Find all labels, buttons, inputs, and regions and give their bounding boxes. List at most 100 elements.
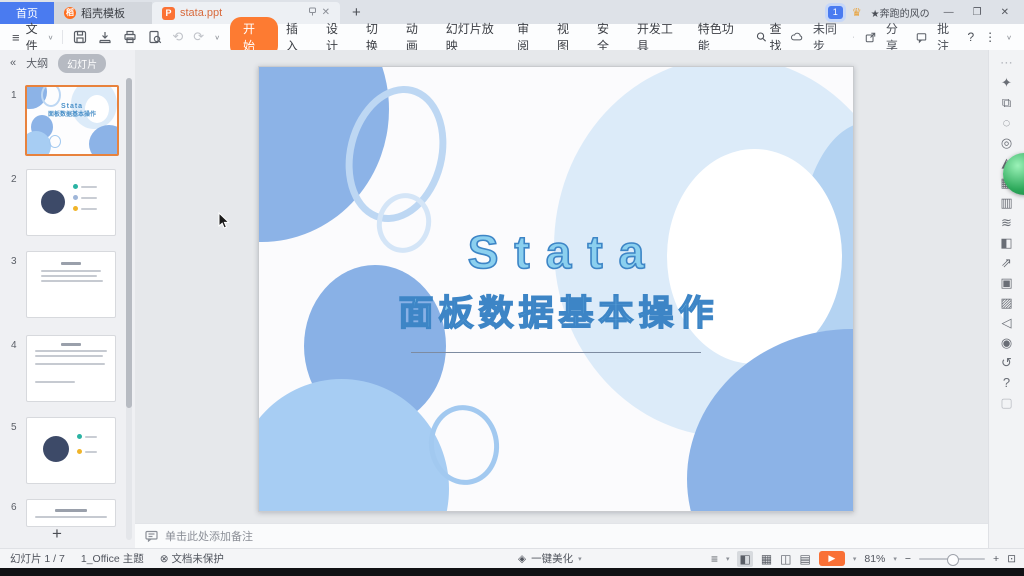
title-text-box[interactable]: Stata 面板数据基本操作 — [259, 225, 853, 353]
ribbon-tab-animation[interactable]: 动画 — [406, 20, 427, 54]
share-icon — [865, 31, 876, 44]
help-button[interactable]: ? — [967, 30, 974, 44]
editing-canvas[interactable]: Stata 面板数据基本操作 — [135, 50, 988, 523]
sync-status-button[interactable]: 未同步· — [791, 20, 855, 54]
theme-name[interactable]: 1_Office 主题 — [81, 551, 144, 566]
template-icon[interactable]: ✦ — [1001, 76, 1012, 89]
record-icon[interactable]: ◉ — [1001, 336, 1012, 349]
audio-icon[interactable]: ◁ — [1002, 316, 1012, 329]
ribbon-tab-features[interactable]: 特色功能 — [698, 20, 740, 54]
ribbon-tab-security[interactable]: 安全 — [597, 20, 618, 54]
file-menu[interactable]: 文件 — [26, 20, 48, 54]
reading-view-icon[interactable]: ◫ — [780, 552, 791, 566]
ribbon-tab-insert[interactable]: 插入 — [286, 20, 307, 54]
slide-thumbnail-5[interactable] — [26, 417, 116, 484]
ribbon-tab-devtools[interactable]: 开发工具 — [637, 20, 679, 54]
status-bar: 幻灯片 1 / 7 1_Office 主题 ⊗ 文档未保护 ◈ 一键美化 ▾ ≡… — [0, 548, 1024, 568]
slides-tab[interactable]: 幻灯片 — [58, 54, 106, 73]
notification-badge[interactable]: 1 — [828, 6, 843, 19]
add-slide-button[interactable]: + — [52, 524, 62, 544]
presenter-view-icon[interactable]: ▤ — [800, 552, 811, 566]
layout-icon[interactable]: ◧ — [1000, 236, 1012, 249]
comment-icon — [916, 31, 927, 44]
hamburger-icon[interactable]: ≡ — [12, 30, 20, 45]
notes-icon — [145, 530, 158, 542]
wps-presentation-window: 首页 稻 稻壳模板 P stata.ppt ✕ + 1 ♛ ★奔跑的风の — ❐… — [0, 0, 1024, 568]
comment-panel-icon[interactable]: ▣ — [1000, 276, 1012, 289]
slide-panel: « 大纲 幻灯片 1 Stata面板数据基本操作 2 — [0, 50, 136, 548]
cloud-sync-icon — [791, 31, 803, 43]
slide-title-chinese[interactable]: 面板数据基本操作 — [259, 285, 853, 336]
history-icon[interactable]: ↺ — [1001, 356, 1012, 369]
slide-number: 1 — [11, 90, 17, 101]
print-preview-icon[interactable] — [147, 30, 162, 45]
beautify-button[interactable]: ◈ 一键美化 ▾ — [518, 551, 582, 566]
username-label[interactable]: ★奔跑的风の — [871, 5, 930, 20]
save-icon[interactable] — [72, 30, 87, 45]
notes-toggle-icon[interactable]: ≡ — [711, 552, 718, 566]
fit-to-window-icon[interactable]: ⊡ — [1007, 553, 1016, 565]
slide-number: 2 — [11, 174, 17, 185]
merge-shapes-icon[interactable]: ◌ — [1003, 116, 1011, 129]
export-pdf-icon[interactable] — [97, 30, 112, 45]
mouse-cursor — [218, 212, 230, 230]
ribbon-tab-view[interactable]: 视图 — [557, 20, 578, 54]
docer-logo-icon: 稻 — [64, 7, 76, 19]
beautify-caret-icon: ▾ — [578, 555, 582, 563]
slide-number: 6 — [11, 502, 17, 513]
feedback-icon[interactable]: ▢ — [1000, 396, 1012, 409]
help-icon[interactable]: ? — [1003, 376, 1010, 389]
zoom-caret-icon[interactable]: ▾ — [893, 555, 897, 563]
file-chevron-icon[interactable]: ∨ — [48, 33, 54, 40]
slide-thumbnail-4[interactable] — [26, 335, 116, 402]
zoom-slider[interactable] — [919, 558, 985, 560]
adjust-icon[interactable]: ≋ — [1001, 216, 1012, 229]
tab-close-icon[interactable]: ✕ — [322, 8, 330, 18]
quickbar-more-icon[interactable]: ∨ — [214, 33, 220, 40]
chart-icon[interactable]: ▥ — [1000, 196, 1012, 209]
redo-icon[interactable]: ⟳ — [193, 29, 204, 45]
slide-title-english[interactable]: Stata — [259, 225, 853, 279]
find-button[interactable]: 查找 — [756, 20, 792, 54]
close-button[interactable]: ✕ — [996, 7, 1014, 18]
restore-button[interactable]: ❐ — [968, 7, 987, 18]
notes-bar[interactable]: 单击此处添加备注 — [135, 523, 988, 548]
notes-caret-icon[interactable]: ▾ — [726, 555, 730, 563]
image-panel-icon[interactable]: ▨ — [1000, 296, 1012, 309]
vip-avatar-icon[interactable]: ♛ — [852, 6, 862, 19]
undo-icon[interactable]: ⟲ — [172, 29, 183, 45]
share-button[interactable]: 分享 — [865, 20, 906, 54]
shapes-icon[interactable]: ⧉ — [1002, 96, 1011, 109]
ribbon-tab-slideshow[interactable]: 幻灯片放映 — [446, 20, 498, 54]
print-icon[interactable] — [122, 30, 137, 45]
zoom-level[interactable]: 81% — [864, 553, 885, 565]
comment-button[interactable]: 批注 — [916, 20, 957, 54]
slide-sorter-icon[interactable]: ▦ — [761, 552, 772, 566]
outline-tab[interactable]: 大纲 — [26, 55, 48, 71]
slide-1-canvas[interactable]: Stata 面板数据基本操作 — [258, 66, 854, 512]
ribbon-tab-review[interactable]: 审阅 — [517, 20, 538, 54]
minimize-button[interactable]: — — [939, 7, 959, 18]
ribbon-tab-design[interactable]: 设计 — [326, 20, 347, 54]
slide-thumbnail-6[interactable] — [26, 499, 116, 527]
more-menu-icon[interactable]: ⋮ — [984, 30, 996, 44]
collapse-panel-icon[interactable]: « — [10, 57, 16, 69]
zoom-slider-knob[interactable] — [947, 554, 959, 566]
slide-thumbnail-1[interactable]: Stata面板数据基本操作 — [25, 85, 119, 156]
slide-thumbnail-2[interactable] — [26, 169, 116, 236]
settings-icon[interactable]: ◎ — [1001, 136, 1012, 149]
normal-view-icon[interactable]: ◧ — [737, 551, 752, 567]
thumbnail-scrollbar[interactable] — [126, 78, 132, 540]
tab-docer-templates[interactable]: 稻 稻壳模板 — [54, 2, 152, 24]
zoom-in-button[interactable]: + — [993, 553, 999, 565]
slide-thumbnail-3[interactable] — [26, 251, 116, 318]
protection-status[interactable]: ⊗ 文档未保护 — [160, 551, 224, 566]
more-dots-icon[interactable]: ⋯ — [1000, 56, 1013, 69]
collapse-ribbon-icon[interactable]: ∨ — [1006, 33, 1012, 40]
play-caret-icon[interactable]: ▾ — [853, 555, 857, 563]
export-icon[interactable]: ⇗ — [1001, 256, 1012, 269]
ribbon-tab-transition[interactable]: 切换 — [366, 20, 387, 54]
pin-tab-icon[interactable] — [308, 7, 317, 19]
zoom-out-button[interactable]: − — [905, 553, 911, 565]
play-slideshow-button[interactable]: ▶ — [819, 551, 845, 566]
